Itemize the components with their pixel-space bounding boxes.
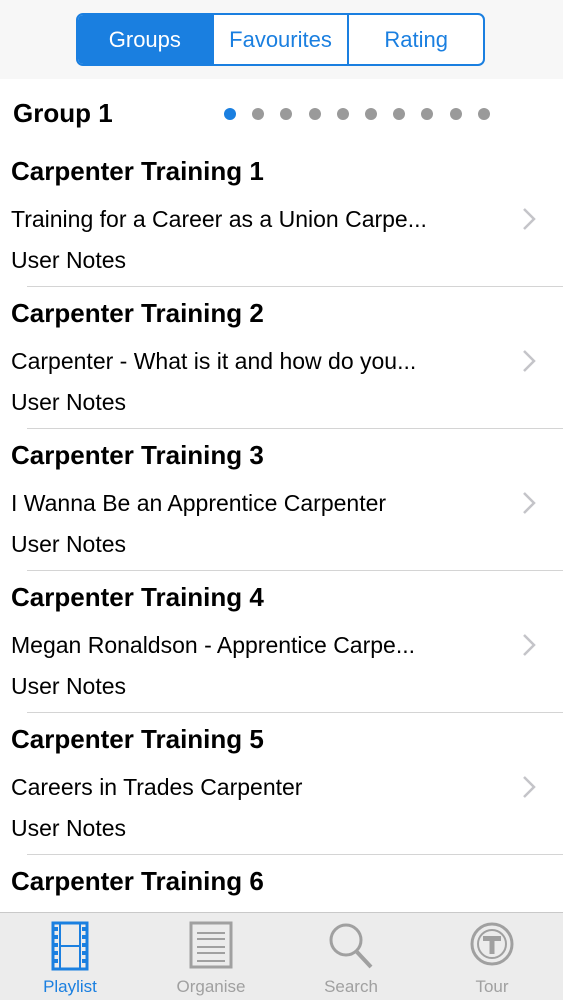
tab-search[interactable]: Search: [281, 913, 421, 1001]
tab-label: Organise: [176, 977, 246, 996]
item-title: Carpenter Training 5: [11, 724, 264, 754]
list-item[interactable]: Carpenter Training 4 Megan Ronaldson - A…: [0, 571, 563, 713]
item-notes: User Notes: [11, 531, 127, 557]
item-notes: User Notes: [11, 247, 127, 273]
tab-organise[interactable]: Organise: [141, 913, 281, 1001]
tab-label: Playlist: [43, 977, 97, 996]
item-subtitle: Megan Ronaldson - Apprentice Carpe...: [11, 632, 416, 658]
page-dot[interactable]: [308, 108, 321, 120]
page-dot[interactable]: [449, 108, 462, 120]
filing-cabinet-icon: [189, 921, 233, 969]
chevron-right-icon: [523, 492, 536, 514]
chevron-right-icon: [523, 350, 536, 372]
list-item[interactable]: Carpenter Training 5 Careers in Trades C…: [0, 713, 563, 855]
chevron-right-icon: [523, 208, 536, 230]
magnifier-icon: [329, 923, 373, 969]
item-subtitle: Training for a Career as a Union Carpe..…: [11, 206, 427, 232]
tab-tour[interactable]: Tour: [422, 913, 562, 1001]
info-sign-icon: [470, 922, 514, 966]
segment-favourites[interactable]: Favourites: [211, 15, 348, 64]
group-title: Group 1: [13, 98, 113, 128]
item-title: Carpenter Training 3: [11, 440, 264, 470]
top-bar: Groups Favourites Rating: [0, 0, 563, 79]
item-title: Carpenter Training 1: [11, 156, 264, 186]
film-strip-icon: [51, 921, 89, 971]
tab-playlist[interactable]: Playlist: [0, 913, 140, 1001]
segment-groups[interactable]: Groups: [78, 15, 212, 64]
segment-rating[interactable]: Rating: [347, 15, 483, 64]
item-notes: User Notes: [11, 815, 127, 841]
item-subtitle: Carpenter - What is it and how do you...: [11, 348, 417, 374]
list-item[interactable]: Carpenter Training 3 I Wanna Be an Appre…: [0, 429, 563, 571]
item-title: Carpenter Training 6: [11, 866, 264, 896]
tab-label: Tour: [475, 977, 509, 996]
page-dot[interactable]: [477, 108, 490, 120]
item-title: Carpenter Training 2: [11, 298, 264, 328]
list-item[interactable]: Carpenter Training 2 Carpenter - What is…: [0, 287, 563, 429]
item-subtitle: Careers in Trades Carpenter: [11, 774, 303, 800]
tab-bar: Playlist Organise Search Tour: [0, 912, 563, 1000]
page-dot[interactable]: [336, 108, 349, 120]
page-dot[interactable]: [365, 108, 377, 120]
view-segmented-control: Groups Favourites Rating: [76, 13, 485, 66]
item-subtitle: I Wanna Be an Apprentice Carpenter: [11, 490, 387, 516]
page-dot[interactable]: [224, 108, 236, 120]
chevron-right-icon: [523, 776, 536, 798]
list-item[interactable]: Carpenter Training 1 Training for a Care…: [0, 145, 563, 287]
item-title: Carpenter Training 4: [11, 582, 264, 612]
tab-label: Search: [324, 977, 378, 996]
item-notes: User Notes: [11, 389, 127, 415]
item-notes: User Notes: [11, 673, 127, 699]
chevron-right-icon: [523, 634, 536, 656]
